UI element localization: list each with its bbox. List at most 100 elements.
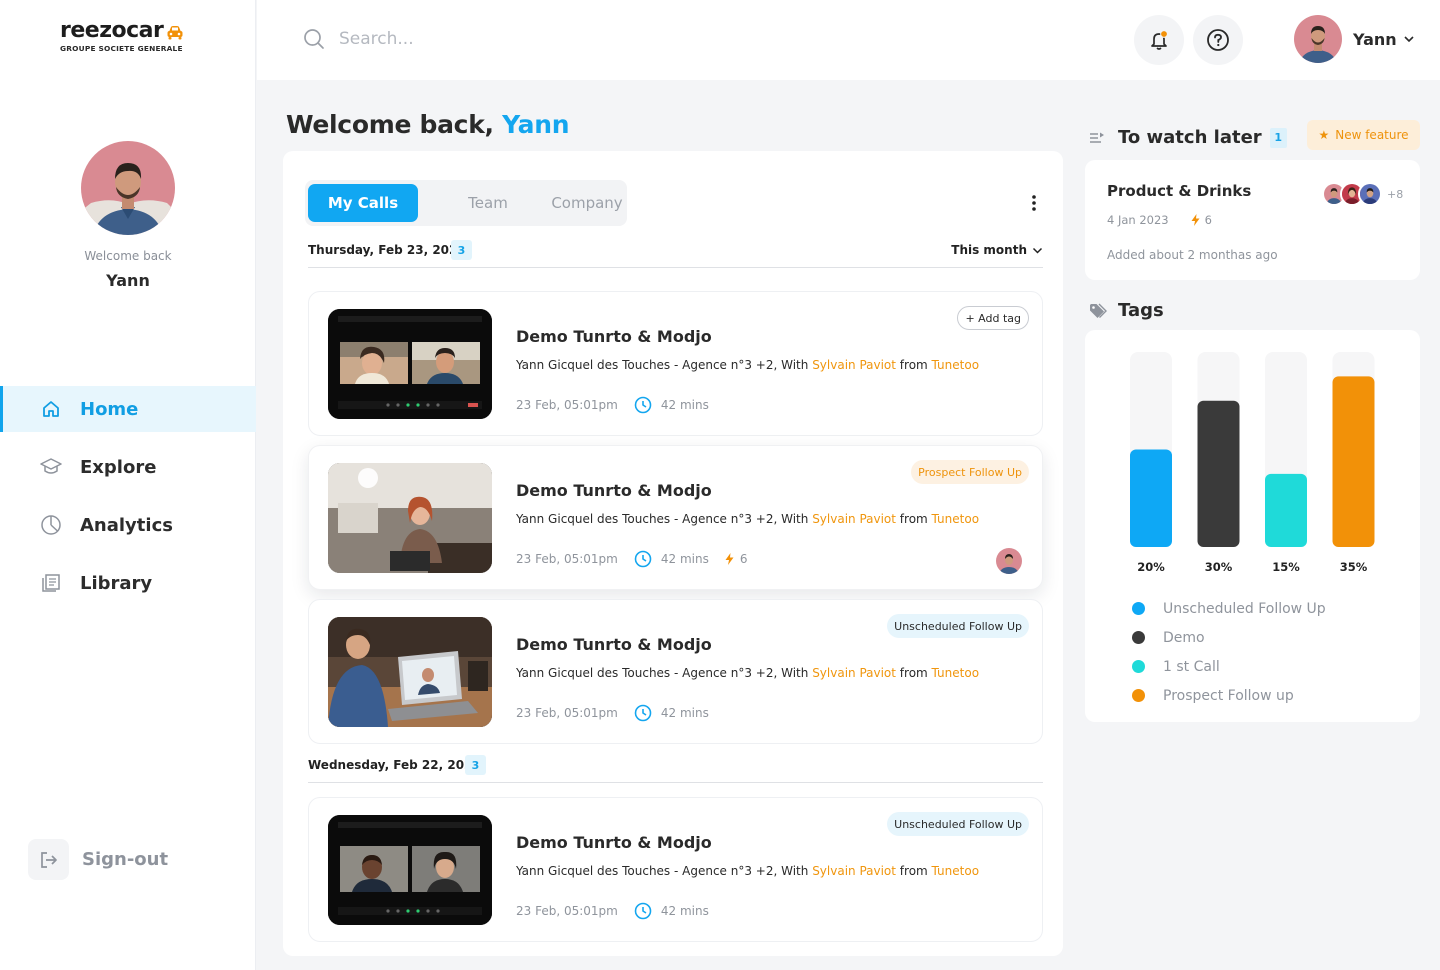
search-bar [303,28,639,50]
call-company[interactable]: Tunetoo [932,358,980,372]
call-duration-label: 42 mins [660,552,709,566]
legend-dot [1132,660,1145,673]
call-company[interactable]: Tunetoo [932,512,980,526]
nav-label-analytics: Analytics [80,514,173,536]
call-duration-label: 42 mins [660,706,709,720]
bar-3[interactable] [1332,376,1375,547]
watch-later-count: 1 [1269,127,1287,148]
call-contact[interactable]: Sylvain Paviot [812,512,896,526]
add-tag-button[interactable]: + Add tag [957,306,1029,330]
call-tag[interactable]: Prospect Follow Up [911,460,1029,484]
search-input[interactable] [339,29,639,49]
playlist-icon [1090,132,1104,143]
welcome-prefix: Welcome back, [286,110,503,139]
tab-my-calls[interactable]: My Calls [308,184,418,222]
nav-item-home[interactable]: Home [0,386,256,432]
call-item[interactable]: Demo Tunrto & Modjo Yann Gicquel des Tou… [308,797,1043,942]
nav-label-home: Home [80,398,139,420]
user-menu[interactable]: Yann [1294,15,1415,63]
legend-item[interactable]: Demo [1132,623,1326,652]
legend-item[interactable]: Unscheduled Follow Up [1132,594,1326,623]
user-name: Yann [1353,29,1397,49]
call-item[interactable]: Demo Tunrto & Modjo Yann Gicquel des Tou… [308,599,1043,744]
help-button[interactable] [1193,15,1243,65]
call-duration: 42 mins [634,550,709,568]
signout-button[interactable]: Sign-out [28,839,168,880]
legend-item[interactable]: Prospect Follow up [1132,681,1326,710]
bar-1[interactable] [1197,400,1240,547]
period-filter-label: This month [951,243,1027,257]
bell-icon [1151,30,1168,50]
watch-later-item-title: Product & Drinks [1107,182,1252,200]
new-feature-badge[interactable]: ★ New feature [1307,120,1420,150]
bar-value-label: 30% [1205,560,1233,574]
new-feature-label: New feature [1335,128,1409,142]
call-contact[interactable]: Sylvain Paviot [812,358,896,372]
nav-label-library: Library [80,572,153,594]
top-header: Yann [257,0,1440,80]
car-icon [167,25,183,39]
legend-label: Unscheduled Follow Up [1163,600,1326,617]
call-title: Demo Tunrto & Modjo [516,635,712,654]
count-badge: 3 [451,240,472,260]
tags-header: Tags [1089,300,1164,321]
tab-company[interactable]: Company [520,184,654,222]
call-company[interactable]: Tunetoo [932,666,980,680]
call-tag[interactable]: Unscheduled Follow Up [887,812,1029,836]
call-desc-from: from [895,666,932,680]
call-highlights-count: 6 [739,552,748,566]
watch-later-highlights: 6 [1191,213,1212,227]
signout-icon [28,839,69,880]
watch-later-added: Added about 2 monthas ago [1107,248,1278,262]
notifications-button[interactable] [1134,15,1184,65]
participant-avatar [1358,182,1382,206]
tags-card: 20% 30% 15% 35% Unscheduled Follow Up Demo 1 … [1085,330,1420,722]
call-item[interactable]: Demo Tunrto & Modjo Yann Gicquel des Tou… [308,445,1043,590]
period-filter[interactable]: This month [951,243,1043,257]
more-avatars-count: +8 [1387,187,1404,201]
profile-avatar[interactable] [81,141,175,235]
calls-tabs: My Calls Team Company [305,180,627,226]
nav-item-library[interactable]: Library [0,560,256,606]
nav-item-analytics[interactable]: Analytics [0,502,256,548]
participant-avatar[interactable] [996,548,1022,574]
call-contact[interactable]: Sylvain Paviot [812,864,896,878]
call-description: Yann Gicquel des Touches - Agence n°3 +2… [516,512,979,526]
legend-label: 1 st Call [1163,658,1220,675]
bar-2[interactable] [1265,473,1307,547]
call-meta: 23 Feb, 05:01pm 42 mins [516,902,709,920]
call-tag[interactable]: Unscheduled Follow Up [887,614,1029,638]
call-datetime: 23 Feb, 05:01pm [516,904,618,918]
call-highlights: 6 [725,552,748,566]
brand-logo[interactable]: reezocar GROUPE SOCIETE GENERALE [60,18,184,53]
watch-later-item-date: 4 Jan 2023 [1107,213,1169,227]
chevron-down-icon [1404,36,1414,43]
legend-item[interactable]: 1 st Call [1132,652,1326,681]
clock-icon [634,704,652,722]
call-item[interactable]: Demo Tunrto & Modjo Yann Gicquel des Tou… [308,291,1043,436]
bolt-icon [1191,214,1200,226]
legend-label: Demo [1163,629,1205,646]
call-thumbnail [328,309,492,419]
tags-title: Tags [1118,300,1164,321]
calls-panel: My Calls Team Company Thursday, Feb 23, … [283,151,1063,956]
legend-label: Prospect Follow up [1163,687,1294,704]
brand-name: reezocar [60,18,164,43]
more-options-icon[interactable] [1027,193,1041,213]
call-contact[interactable]: Sylvain Paviot [812,666,896,680]
call-company[interactable]: Tunetoo [932,864,980,878]
date-group-header: Wednesday, Feb 22, 2023 3 [308,755,1043,783]
call-description: Yann Gicquel des Touches - Agence n°3 +2… [516,864,979,878]
call-title: Demo Tunrto & Modjo [516,833,712,852]
legend-dot [1132,602,1145,615]
bar-0[interactable] [1130,449,1172,548]
watch-later-avatars[interactable]: +8 [1322,182,1403,206]
watch-later-card[interactable]: Product & Drinks +8 4 Jan 2023 6 Added a… [1085,160,1420,280]
legend-dot [1132,631,1145,644]
call-title: Demo Tunrto & Modjo [516,481,712,500]
watch-later-item-meta: 4 Jan 2023 6 [1107,213,1212,227]
call-datetime: 23 Feb, 05:01pm [516,398,618,412]
search-icon [304,29,324,49]
nav-item-explore[interactable]: Explore [0,444,256,490]
main-nav: Home Explore Analytics Library [0,386,256,618]
